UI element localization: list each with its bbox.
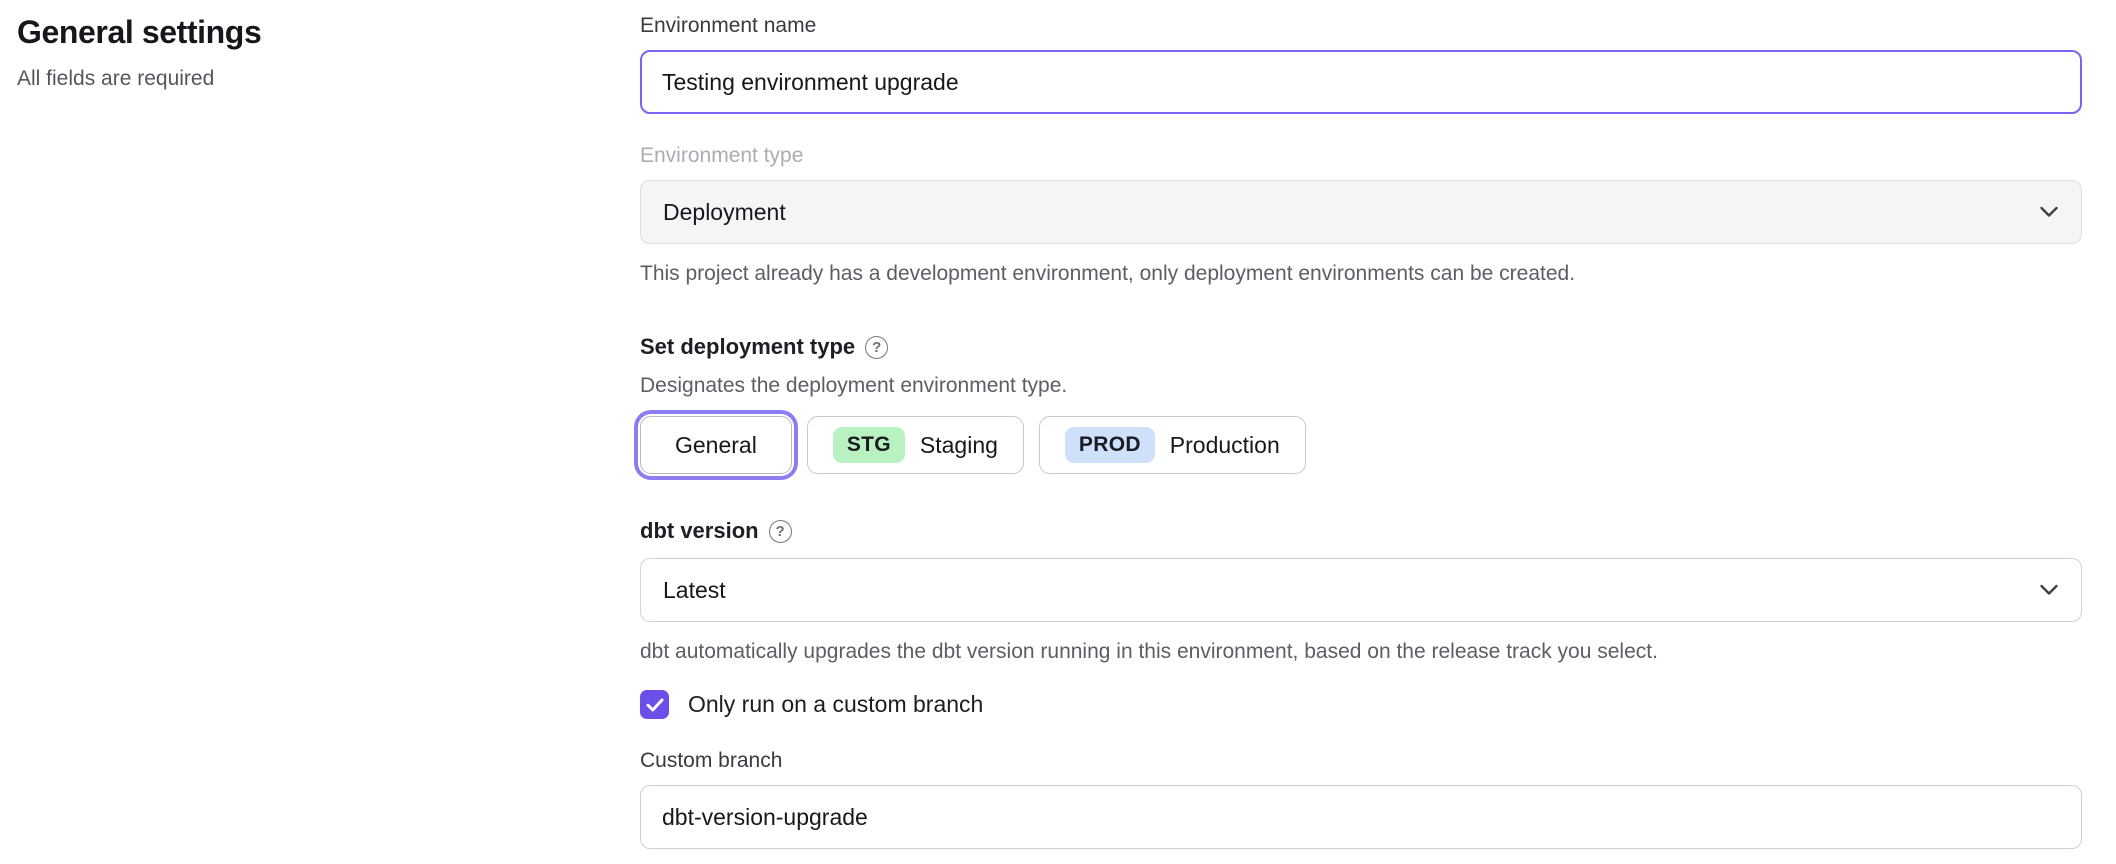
dbt-version-section: dbt version ?: [640, 518, 2082, 544]
page-title: General settings: [17, 14, 640, 51]
help-icon[interactable]: ?: [769, 520, 792, 543]
deployment-type-production-label: Production: [1170, 432, 1280, 459]
environment-type-select[interactable]: Deployment: [640, 180, 2082, 244]
deployment-type-options: General STG Staging PROD Production: [640, 412, 2082, 478]
deployment-type-label: Set deployment type: [640, 334, 855, 360]
deployment-type-general[interactable]: General: [640, 416, 792, 474]
help-icon[interactable]: ?: [865, 336, 888, 359]
environment-name-label: Environment name: [640, 14, 2082, 38]
custom-branch-label: Custom branch: [640, 749, 2082, 773]
deployment-type-section: Set deployment type ?: [640, 334, 2082, 360]
environment-settings-page: General settings All fields are required…: [0, 0, 2116, 864]
custom-branch-toggle-label: Only run on a custom branch: [688, 691, 983, 718]
deployment-type-staging[interactable]: STG Staging: [807, 416, 1024, 474]
dbt-version-select[interactable]: Latest: [640, 558, 2082, 622]
dbt-version-value: Latest: [663, 577, 726, 604]
staging-badge: STG: [833, 427, 905, 463]
chevron-down-icon: [2039, 584, 2059, 596]
deployment-type-description: Designates the deployment environment ty…: [640, 374, 2082, 398]
custom-branch-toggle-row: Only run on a custom branch: [640, 690, 2082, 719]
help-glyph: ?: [872, 339, 881, 356]
deployment-type-general-label: General: [675, 432, 757, 459]
settings-intro-panel: General settings All fields are required: [0, 0, 640, 864]
production-badge: PROD: [1065, 427, 1155, 463]
custom-branch-input[interactable]: [640, 785, 2082, 849]
check-icon: [646, 698, 664, 712]
environment-type-label: Environment type: [640, 144, 2082, 168]
help-glyph: ?: [775, 523, 784, 540]
environment-type-value: Deployment: [663, 199, 786, 226]
page-subtitle: All fields are required: [17, 67, 640, 91]
environment-name-input[interactable]: [640, 50, 2082, 114]
custom-branch-checkbox[interactable]: [640, 690, 669, 719]
environment-type-helper: This project already has a development e…: [640, 262, 2082, 286]
dbt-version-label: dbt version: [640, 518, 759, 544]
dbt-version-helper: dbt automatically upgrades the dbt versi…: [640, 640, 2082, 664]
chevron-down-icon: [2039, 206, 2059, 218]
deployment-type-staging-label: Staging: [920, 432, 998, 459]
settings-form: Environment name Environment type Deploy…: [640, 0, 2116, 864]
deployment-type-production[interactable]: PROD Production: [1039, 416, 1306, 474]
